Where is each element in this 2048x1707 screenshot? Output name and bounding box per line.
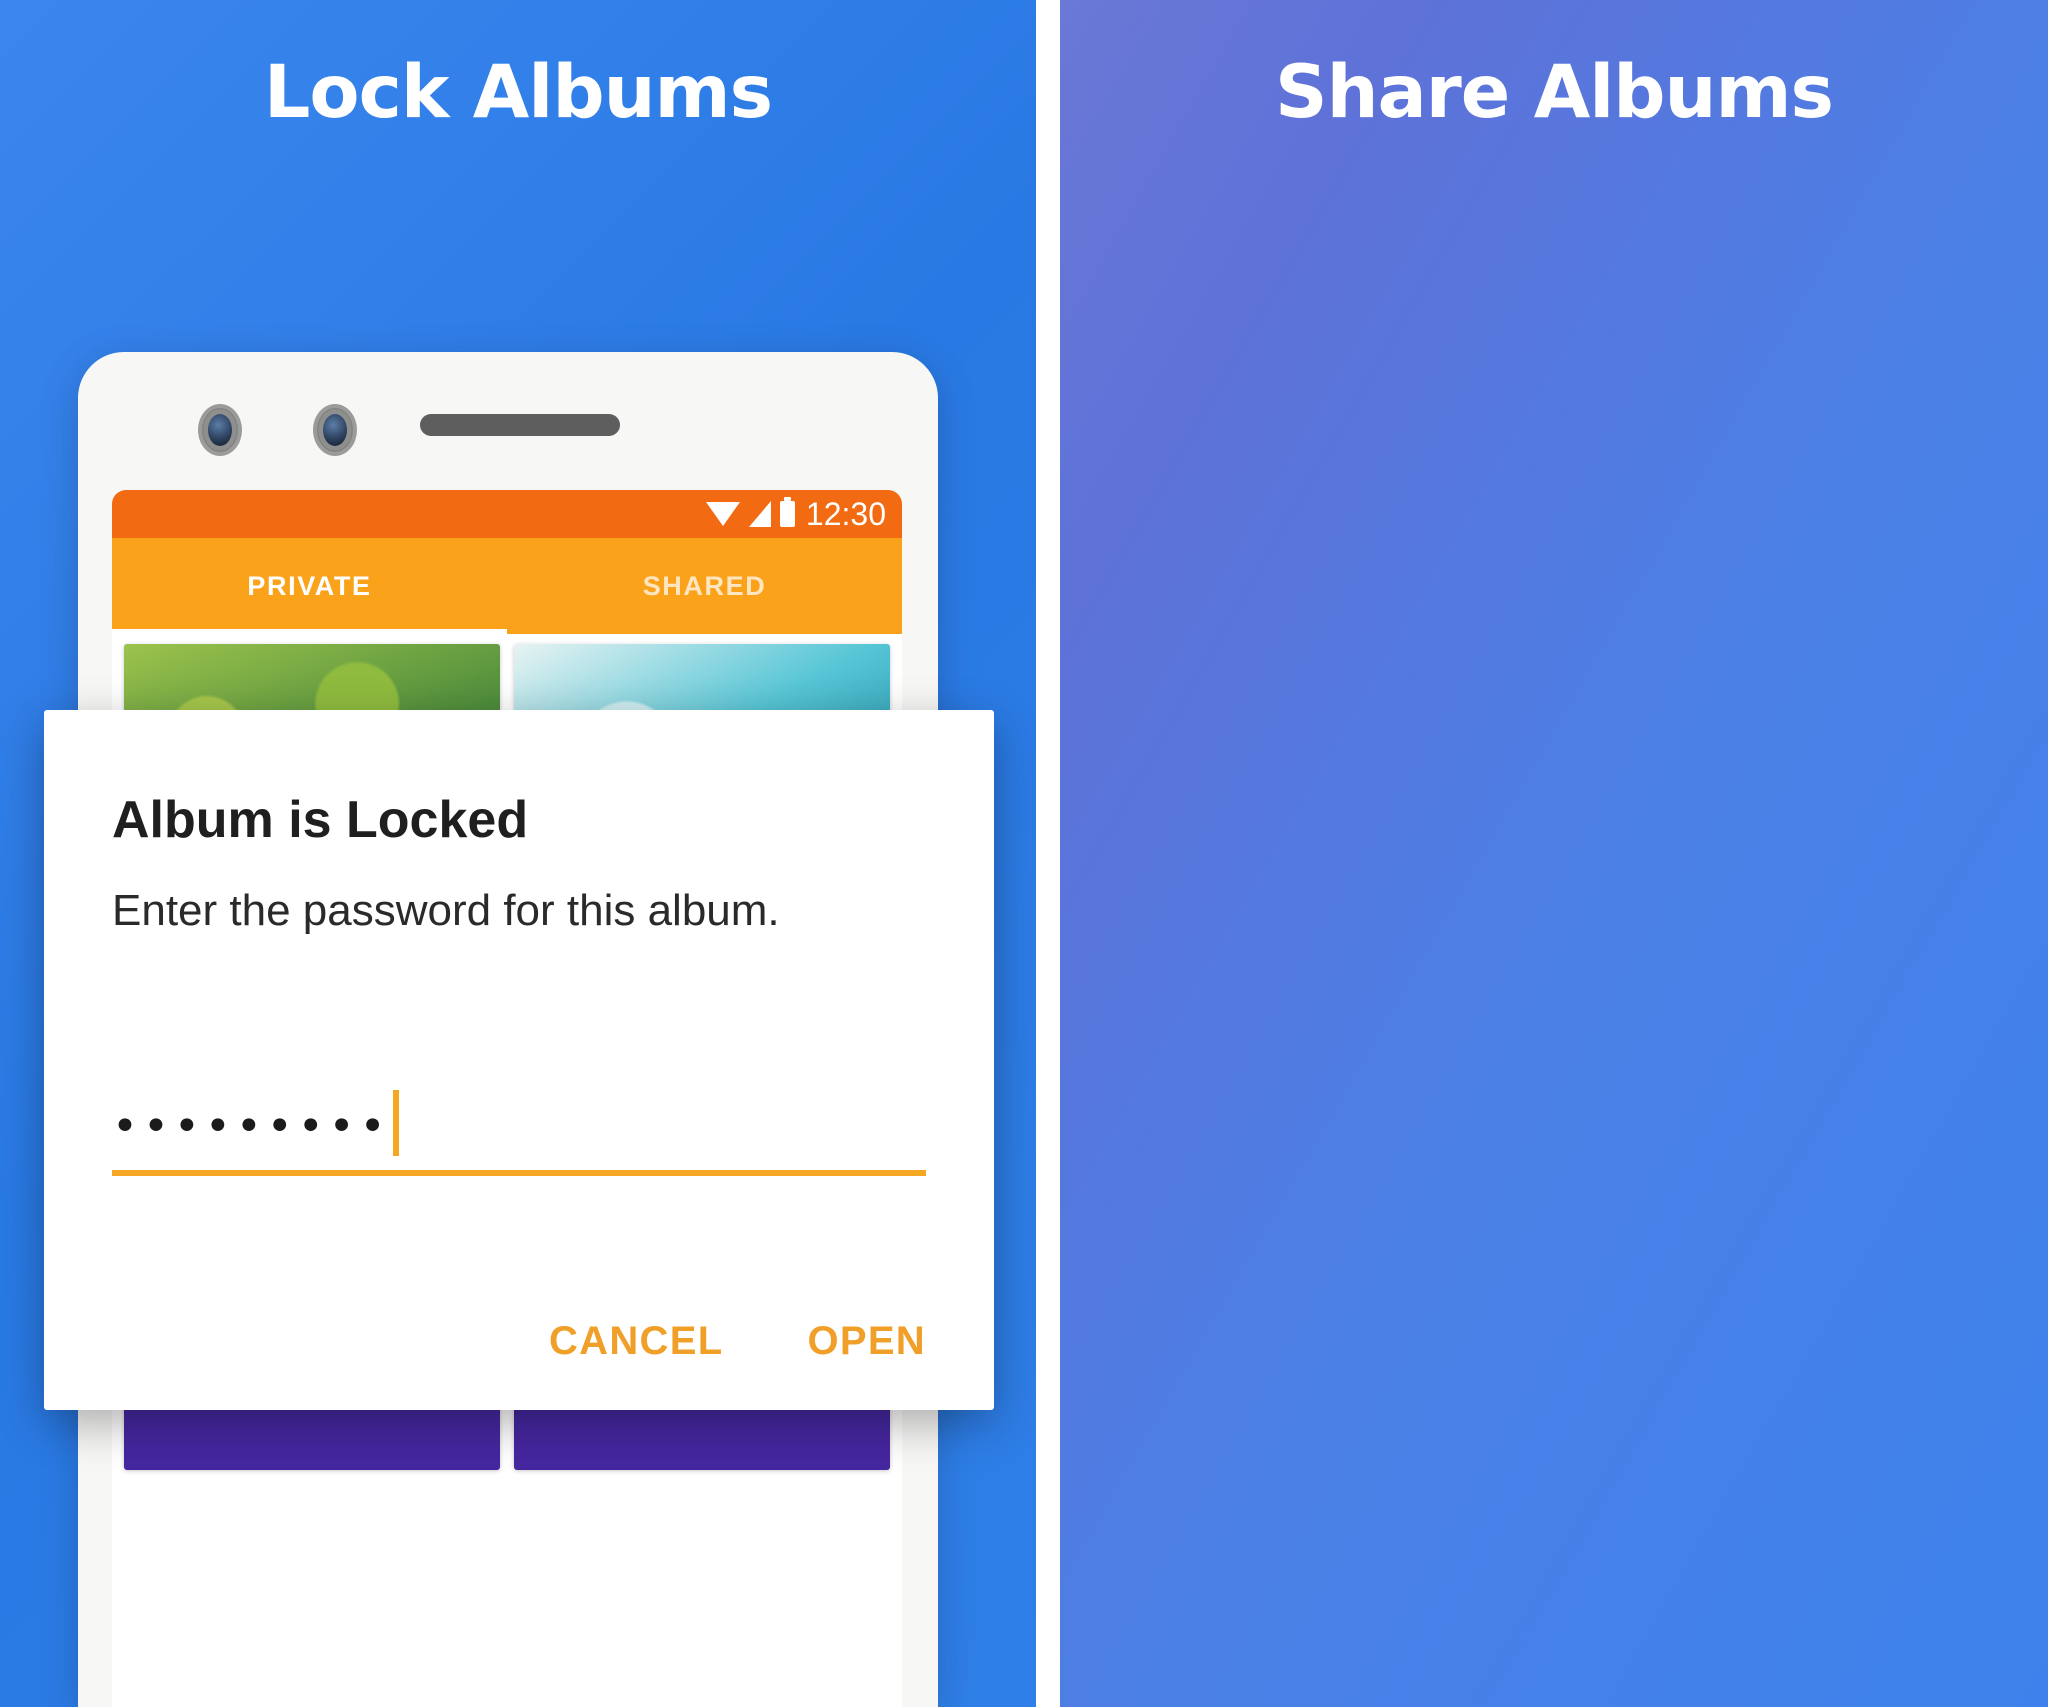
dialog-message: Enter the password for this album. [112,886,780,935]
cellular-signal-icon [748,501,771,527]
status-time-left: 12:30 [805,495,886,532]
screenshot-canvas: Lock Albums 12:30 PRIVATE SHARED Album i… [0,0,2048,1707]
cancel-button[interactable]: CANCEL [549,1319,723,1364]
password-field-wrapper[interactable]: ••••••••• [112,1090,926,1176]
panel-lock-albums: Lock Albums 12:30 PRIVATE SHARED Album i… [0,0,1036,1707]
battery-icon [779,497,795,527]
status-icons-left [705,497,795,527]
album-locked-dialog: Album is Locked Enter the password for t… [44,710,994,1410]
tab-bar-left: PRIVATE SHARED [112,538,902,634]
dialog-title: Album is Locked [112,791,529,849]
dialog-actions: CANCEL OPEN [549,1319,926,1364]
earpiece-speaker-left [420,414,620,436]
front-camera-icon-1 [203,409,237,451]
password-underline [112,1170,926,1176]
text-caret [392,1090,399,1156]
tab-shared-left[interactable]: SHARED [507,538,902,634]
open-button[interactable]: OPEN [807,1319,926,1364]
front-camera-icon-2 [318,409,352,451]
tab-indicator-left [112,629,507,634]
password-input[interactable]: ••••••••• [112,1098,391,1156]
tab-private-left[interactable]: PRIVATE [112,538,507,634]
wifi-icon [705,502,740,526]
status-bar-left: 12:30 [112,490,902,538]
panel-share-albums: Share Albums 12:30 Keepsafe [1060,0,2048,1707]
headline-lock-albums: Lock Albums [263,50,773,135]
headline-share-albums: Share Albums [1275,50,1834,135]
